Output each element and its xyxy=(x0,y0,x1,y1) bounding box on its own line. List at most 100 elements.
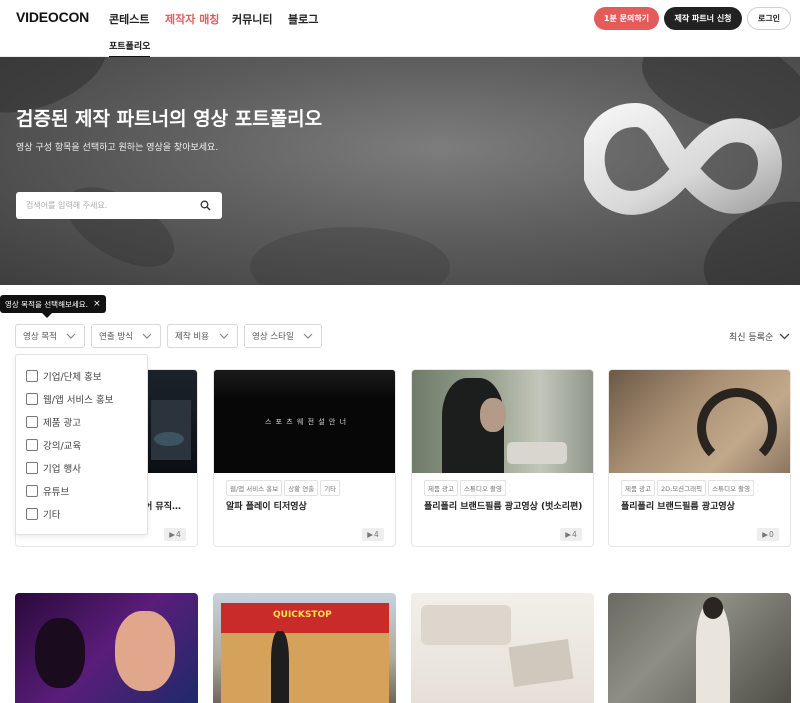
video-thumbnail[interactable]: QUICKSTOP xyxy=(213,593,396,703)
option-web-app[interactable]: 웹/앱 서비스 홍보 xyxy=(26,392,113,406)
play-icon: ▶ xyxy=(762,530,768,539)
chevron-down-icon xyxy=(142,333,152,339)
card-title[interactable]: 폴리폴리 브랜드필름 광고영상 xyxy=(621,499,735,512)
view-count: ▶ 4 xyxy=(362,528,384,541)
filter-cost[interactable]: 제작 비용 xyxy=(167,324,238,348)
play-icon: ▶ xyxy=(169,530,175,539)
option-label: 기업/단체 홍보 xyxy=(43,372,102,383)
chevron-down-icon xyxy=(219,333,229,339)
view-count: ▶ 0 xyxy=(757,528,779,541)
checkbox[interactable] xyxy=(26,462,38,474)
filter-direction[interactable]: 연출 방식 xyxy=(91,324,161,348)
option-lecture[interactable]: 강의/교육 xyxy=(26,438,81,452)
option-label: 강의/교육 xyxy=(43,441,82,452)
thumbnail-person xyxy=(480,398,506,432)
site-header: VIDEOCON 콘테스트 제작자 매칭 커뮤니티 블로그 포트폴리오 1분 문… xyxy=(0,0,800,58)
option-label: 제품 광고 xyxy=(43,418,81,429)
card-tag: 제품 광고 xyxy=(424,480,458,496)
subnav-portfolio[interactable]: 포트폴리오 xyxy=(109,39,151,58)
thumbnail-scene xyxy=(151,400,191,460)
thumbnail-person xyxy=(703,597,723,619)
card-title[interactable]: 폴리폴리 브랜드필름 광고영상 (벗소리편) xyxy=(424,499,582,512)
thumbnail-person xyxy=(115,611,175,691)
video-thumbnail[interactable] xyxy=(411,593,594,703)
chevron-down-icon xyxy=(303,333,313,339)
inquiry-button[interactable]: 1분 문의하기 xyxy=(594,7,659,30)
option-label: 유튜브 xyxy=(43,487,70,498)
card-title[interactable]: 알파 플레이 티저영상 xyxy=(226,499,307,512)
card-tag: 상황 연출 xyxy=(284,480,319,496)
filter-label: 영상 스타일 xyxy=(252,332,294,342)
nav-community[interactable]: 커뮤니티 xyxy=(232,11,272,27)
view-count-value: 0 xyxy=(769,530,774,539)
nav-blog[interactable]: 블로그 xyxy=(288,11,318,27)
logo[interactable]: VIDEOCON xyxy=(16,9,89,25)
card-tag: 2D,모션그래픽 xyxy=(657,480,707,496)
thumbnail-person xyxy=(35,618,85,688)
checkbox[interactable] xyxy=(26,416,38,428)
hero-title: 검증된 제작 파트너의 영상 포트폴리오 xyxy=(16,108,323,130)
thumbnail-caption: 스 포 츠 웨 전 설 안 너 xyxy=(264,418,348,426)
view-count: ▶ 4 xyxy=(164,528,186,541)
option-event[interactable]: 기업 행사 xyxy=(26,461,81,475)
option-product-ad[interactable]: 제품 광고 xyxy=(26,415,81,429)
video-thumbnail[interactable]: 스 포 츠 웨 전 설 안 너 xyxy=(214,370,395,473)
checkbox[interactable] xyxy=(26,393,38,405)
filter-purpose[interactable]: 영상 목적 xyxy=(15,324,85,348)
checkbox[interactable] xyxy=(26,370,38,382)
video-thumbnail[interactable] xyxy=(412,370,593,473)
thumbnail-scene xyxy=(507,442,567,464)
filter-label: 제작 비용 xyxy=(175,332,209,342)
view-count-value: 4 xyxy=(572,530,577,539)
video-thumbnail[interactable] xyxy=(15,593,198,703)
sort-select[interactable]: 최신 등록순 xyxy=(729,330,790,343)
option-label: 기업 행사 xyxy=(43,464,81,475)
tooltip-text: 영상 목적을 선택해보세요. xyxy=(5,299,89,309)
filter-label: 영상 목적 xyxy=(23,332,57,342)
thumbnail-book xyxy=(508,639,574,687)
tooltip-close-icon[interactable]: × xyxy=(93,299,101,309)
chevron-down-icon xyxy=(66,333,76,339)
checkbox[interactable] xyxy=(26,439,38,451)
portfolio-card[interactable]: 제품 광고 스튜디오 촬영 폴리폴리 브랜드필름 광고영상 (벗소리편) ▶ 4 xyxy=(411,369,594,547)
checkbox[interactable] xyxy=(26,485,38,497)
thumbnail-person xyxy=(271,631,289,703)
infinity-sculpture xyxy=(584,103,782,215)
filter-tooltip: 영상 목적을 선택해보세요. × xyxy=(0,295,106,318)
portfolio-card[interactable]: 제품 광고 2D,모션그래픽 스튜디오 촬영 폴리폴리 브랜드필름 광고영상 ▶… xyxy=(608,369,791,547)
nav-producer-matching[interactable]: 제작자 매칭 xyxy=(165,11,219,27)
option-youtube[interactable]: 유튜브 xyxy=(26,484,69,498)
card-tags: 웹/앱 서비스 홍보 상황 연출 기타 xyxy=(226,480,341,496)
leaf-shadow xyxy=(250,227,450,285)
login-button[interactable]: 로그인 xyxy=(747,7,791,30)
partner-apply-button[interactable]: 제작 파트너 신청 xyxy=(664,7,742,30)
thumbnail-pillow xyxy=(421,605,511,645)
chevron-down-icon xyxy=(779,333,790,340)
checkbox[interactable] xyxy=(26,508,38,520)
search-icon[interactable] xyxy=(200,200,211,211)
play-icon: ▶ xyxy=(367,530,373,539)
filter-label: 연출 방식 xyxy=(99,332,133,342)
card-tags: 제품 광고 스튜디오 촬영 xyxy=(424,480,506,496)
card-tags: 제품 광고 2D,모션그래픽 스튜디오 촬영 xyxy=(621,480,755,496)
search-input[interactable] xyxy=(26,198,196,213)
search-box xyxy=(16,192,222,219)
filter-style[interactable]: 영상 스타일 xyxy=(244,324,322,348)
portfolio-card[interactable]: 스 포 츠 웨 전 설 안 너 웹/앱 서비스 홍보 상황 연출 기타 알파 플… xyxy=(213,369,396,547)
sort-label: 최신 등록순 xyxy=(729,333,774,343)
thumbnail-scene xyxy=(154,432,184,446)
purpose-dropdown: 기업/단체 홍보 웹/앱 서비스 홍보 제품 광고 강의/교육 기업 행사 유튜… xyxy=(15,354,148,535)
option-corporate[interactable]: 기업/단체 홍보 xyxy=(26,369,102,383)
view-count-value: 4 xyxy=(374,530,379,539)
card-title[interactable]: 어 뮤직… xyxy=(144,499,181,512)
hero-subtitle: 영상 구성 항목을 선택하고 원하는 영상을 찾아보세요. xyxy=(16,143,219,153)
option-label: 웹/앱 서비스 홍보 xyxy=(43,395,114,406)
video-thumbnail[interactable] xyxy=(608,593,791,703)
thumbnail-scene xyxy=(214,370,395,400)
video-thumbnail[interactable] xyxy=(609,370,790,473)
option-other[interactable]: 기타 xyxy=(26,507,60,521)
view-count-value: 4 xyxy=(176,530,181,539)
nav-contest[interactable]: 콘테스트 xyxy=(109,11,149,27)
card-tag: 웹/앱 서비스 홍보 xyxy=(226,480,283,496)
leaf-shadow xyxy=(53,171,187,283)
